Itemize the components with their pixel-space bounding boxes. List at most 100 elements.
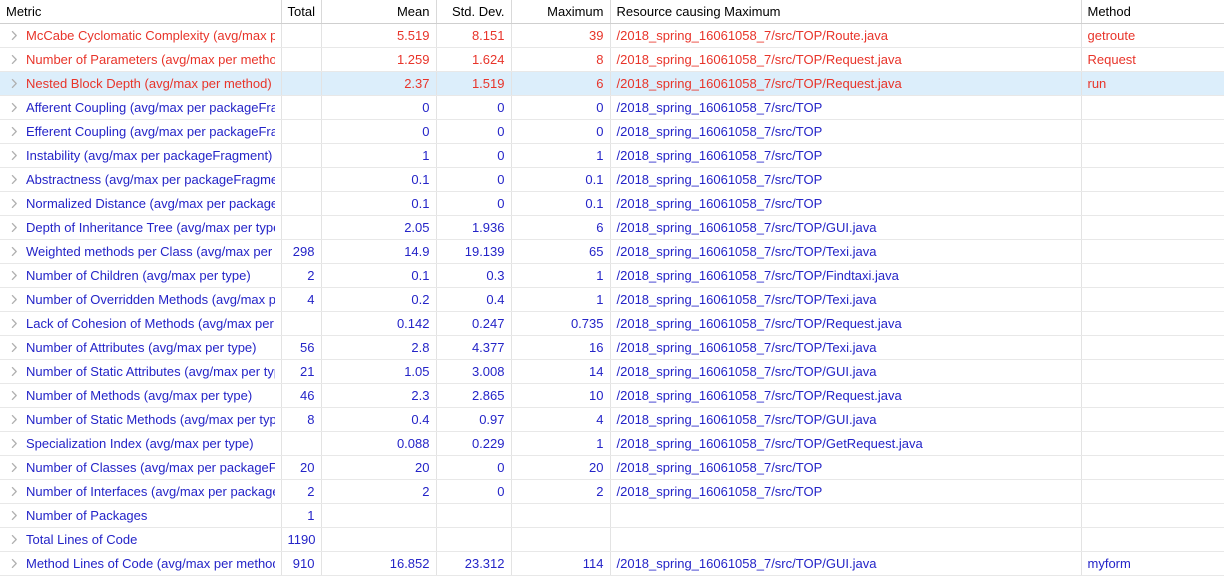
- chevron-right-icon[interactable]: [10, 125, 19, 138]
- chevron-right-icon[interactable]: [10, 557, 19, 570]
- chevron-right-icon[interactable]: [10, 29, 19, 42]
- table-row[interactable]: Weighted methods per Class (avg/max per …: [0, 239, 1224, 264]
- chevron-right-icon[interactable]: [10, 77, 19, 90]
- table-row[interactable]: Number of Static Attributes (avg/max per…: [0, 359, 1224, 384]
- chevron-right-icon[interactable]: [10, 365, 19, 378]
- column-header-maximum[interactable]: Maximum: [511, 0, 611, 24]
- maximum-cell: 8: [511, 47, 611, 72]
- table-row[interactable]: Nested Block Depth (avg/max per method) 2…: [0, 71, 1224, 96]
- metric-name-cell[interactable]: Weighted methods per Class (avg/max per …: [0, 239, 282, 264]
- metric-name-cell[interactable]: Abstractness (avg/max per packageFragmen…: [0, 167, 282, 192]
- std-dev-cell: [436, 503, 512, 528]
- table-row[interactable]: Total Lines of Code 1190: [0, 527, 1224, 552]
- table-row[interactable]: Number of Packages 1: [0, 503, 1224, 528]
- method-cell: Request: [1081, 47, 1224, 72]
- maximum-cell: [511, 527, 611, 552]
- maximum-cell: 10: [511, 383, 611, 408]
- std-dev-cell: 1.936: [436, 215, 512, 240]
- table-row[interactable]: Number of Attributes (avg/max per type) 5…: [0, 335, 1224, 360]
- metric-name-cell[interactable]: Normalized Distance (avg/max per package…: [0, 191, 282, 216]
- table-row[interactable]: Number of Children (avg/max per type) 2 0.…: [0, 263, 1224, 288]
- chevron-right-icon[interactable]: [10, 101, 19, 114]
- column-header-method[interactable]: Method: [1081, 0, 1224, 24]
- maximum-cell: 2: [511, 479, 611, 504]
- column-header-mean[interactable]: Mean: [321, 0, 437, 24]
- table-row[interactable]: Lack of Cohesion of Methods (avg/max per…: [0, 311, 1224, 336]
- metric-name-cell[interactable]: Total Lines of Code: [0, 527, 282, 552]
- method-cell: [1081, 383, 1224, 408]
- chevron-right-icon[interactable]: [10, 293, 19, 306]
- table-row[interactable]: Abstractness (avg/max per packageFragmen…: [0, 167, 1224, 192]
- chevron-right-icon[interactable]: [10, 413, 19, 426]
- maximum-cell: 1: [511, 287, 611, 312]
- table-row[interactable]: Specialization Index (avg/max per type) 0…: [0, 431, 1224, 456]
- metric-label: Specialization Index (avg/max per type): [26, 435, 254, 451]
- table-row[interactable]: Instability (avg/max per packageFragment…: [0, 143, 1224, 168]
- metric-name-cell[interactable]: Number of Attributes (avg/max per type): [0, 335, 282, 360]
- maximum-cell: 0.1: [511, 191, 611, 216]
- metric-name-cell[interactable]: Number of Children (avg/max per type): [0, 263, 282, 288]
- total-cell: [281, 311, 322, 336]
- table-row[interactable]: Normalized Distance (avg/max per package…: [0, 191, 1224, 216]
- std-dev-cell: 4.377: [436, 335, 512, 360]
- chevron-right-icon[interactable]: [10, 341, 19, 354]
- mean-cell: 0.4: [321, 407, 437, 432]
- metric-label: Normalized Distance (avg/max per package…: [26, 195, 275, 211]
- method-cell: getroute: [1081, 23, 1224, 48]
- table-row[interactable]: Number of Parameters (avg/max per method…: [0, 47, 1224, 72]
- column-header-resource[interactable]: Resource causing Maximum: [610, 0, 1082, 24]
- metric-name-cell[interactable]: Number of Static Attributes (avg/max per…: [0, 359, 282, 384]
- metric-name-cell[interactable]: Number of Packages: [0, 503, 282, 528]
- metric-name-cell[interactable]: Number of Methods (avg/max per type): [0, 383, 282, 408]
- table-row[interactable]: Number of Interfaces (avg/max per packag…: [0, 479, 1224, 504]
- metric-name-cell[interactable]: Instability (avg/max per packageFragment…: [0, 143, 282, 168]
- chevron-right-icon[interactable]: [10, 269, 19, 282]
- mean-cell: 2.37: [321, 71, 437, 96]
- chevron-right-icon[interactable]: [10, 485, 19, 498]
- metric-name-cell[interactable]: Afferent Coupling (avg/max per packageFr…: [0, 95, 282, 120]
- chevron-right-icon[interactable]: [10, 317, 19, 330]
- chevron-right-icon[interactable]: [10, 437, 19, 450]
- metric-name-cell[interactable]: Number of Overridden Methods (avg/max pe…: [0, 287, 282, 312]
- chevron-right-icon[interactable]: [10, 389, 19, 402]
- metric-name-cell[interactable]: Nested Block Depth (avg/max per method): [0, 71, 282, 96]
- table-row[interactable]: Number of Overridden Methods (avg/max pe…: [0, 287, 1224, 312]
- chevron-right-icon[interactable]: [10, 509, 19, 522]
- metric-name-cell[interactable]: Number of Classes (avg/max per packageFr…: [0, 455, 282, 480]
- table-row[interactable]: Efferent Coupling (avg/max per packageFr…: [0, 119, 1224, 144]
- table-row[interactable]: Afferent Coupling (avg/max per packageFr…: [0, 95, 1224, 120]
- chevron-right-icon[interactable]: [10, 533, 19, 546]
- column-header-std-dev[interactable]: Std. Dev.: [436, 0, 512, 24]
- metric-name-cell[interactable]: Specialization Index (avg/max per type): [0, 431, 282, 456]
- column-header-metric[interactable]: Metric: [0, 0, 282, 24]
- table-row[interactable]: Number of Methods (avg/max per type) 46 2.…: [0, 383, 1224, 408]
- mean-cell: 2.05: [321, 215, 437, 240]
- metric-name-cell[interactable]: Number of Static Methods (avg/max per ty…: [0, 407, 282, 432]
- table-row[interactable]: Depth of Inheritance Tree (avg/max per t…: [0, 215, 1224, 240]
- metric-name-cell[interactable]: Lack of Cohesion of Methods (avg/max per…: [0, 311, 282, 336]
- metric-name-cell[interactable]: Number of Interfaces (avg/max per packag…: [0, 479, 282, 504]
- table-row[interactable]: Method Lines of Code (avg/max per method…: [0, 551, 1224, 576]
- mean-cell: [321, 527, 437, 552]
- chevron-right-icon[interactable]: [10, 221, 19, 234]
- metric-name-cell[interactable]: Efferent Coupling (avg/max per packageFr…: [0, 119, 282, 144]
- chevron-right-icon[interactable]: [10, 197, 19, 210]
- mean-cell: 1.259: [321, 47, 437, 72]
- chevron-right-icon[interactable]: [10, 53, 19, 66]
- metric-name-cell[interactable]: Number of Parameters (avg/max per method…: [0, 47, 282, 72]
- table-row[interactable]: Number of Static Methods (avg/max per ty…: [0, 407, 1224, 432]
- metric-name-cell[interactable]: Depth of Inheritance Tree (avg/max per t…: [0, 215, 282, 240]
- resource-cell: /2018_spring_16061058_7/src/TOP: [610, 119, 1082, 144]
- column-header-total[interactable]: Total: [281, 0, 322, 24]
- table-row[interactable]: Number of Classes (avg/max per packageFr…: [0, 455, 1224, 480]
- chevron-right-icon[interactable]: [10, 245, 19, 258]
- metric-name-cell[interactable]: Method Lines of Code (avg/max per method…: [0, 551, 282, 576]
- chevron-right-icon[interactable]: [10, 149, 19, 162]
- chevron-right-icon[interactable]: [10, 461, 19, 474]
- table-row[interactable]: McCabe Cyclomatic Complexity (avg/max pe…: [0, 23, 1224, 48]
- chevron-right-icon[interactable]: [10, 173, 19, 186]
- metric-label: Number of Static Methods (avg/max per ty…: [26, 411, 275, 427]
- resource-cell: /2018_spring_16061058_7/src/TOP: [610, 167, 1082, 192]
- metric-name-cell[interactable]: McCabe Cyclomatic Complexity (avg/max pe…: [0, 23, 282, 48]
- mean-cell: 0: [321, 95, 437, 120]
